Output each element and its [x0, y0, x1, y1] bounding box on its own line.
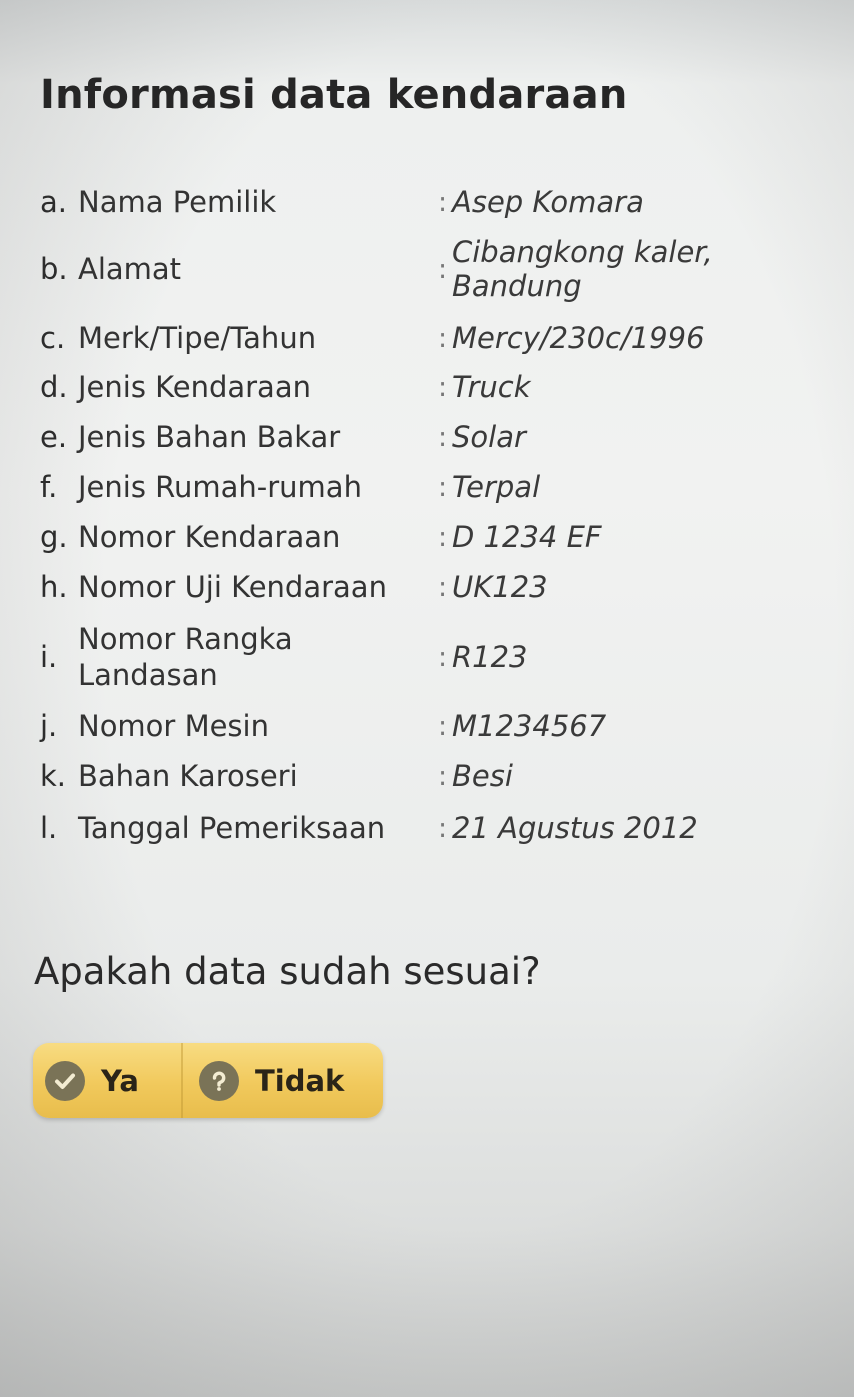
confirmation-question: Apakah data sudah sesuai? [34, 950, 541, 993]
row-letter: d. [40, 370, 68, 404]
row-letter: l. [40, 811, 58, 845]
row-label: Jenis Rumah-rumah [78, 470, 362, 504]
confirmation-button-group: Ya Tidak [33, 1043, 383, 1118]
row-value: D 1234 EF [452, 520, 602, 554]
info-row-alamat: b. Alamat : Cibangkong kaler, Bandung [40, 224, 820, 314]
info-row-nomor-uji-kendaraan: h. Nomor Uji Kendaraan : UK123 [40, 562, 820, 612]
yes-button-label: Ya [101, 1063, 139, 1098]
row-value: Besi [452, 759, 513, 793]
row-colon: : [438, 812, 448, 844]
info-row-merk-tipe-tahun: c. Merk/Tipe/Tahun : Mercy/230c/1996 [40, 314, 820, 362]
row-letter: c. [40, 321, 66, 355]
row-letter: b. [40, 252, 68, 286]
info-row-nomor-rangka-landasan: i. Nomor Rangka Landasan : R123 [40, 612, 820, 702]
row-colon: : [438, 641, 448, 673]
row-colon: : [438, 760, 448, 792]
row-letter: e. [40, 420, 68, 454]
row-value: Mercy/230c/1996 [452, 321, 705, 355]
question-icon [199, 1060, 239, 1101]
info-row-nomor-kendaraan: g. Nomor Kendaraan : D 1234 EF [40, 512, 820, 562]
row-colon: : [438, 371, 448, 403]
row-label: Alamat [78, 252, 182, 286]
row-colon: : [438, 571, 448, 603]
row-letter: h. [40, 570, 68, 604]
row-value: R123 [452, 640, 528, 674]
info-row-nomor-mesin: j. Nomor Mesin : M1234567 [40, 702, 820, 750]
row-colon: : [438, 186, 448, 218]
row-value: Truck [452, 370, 531, 404]
row-colon: : [438, 521, 448, 553]
row-letter: f. [40, 470, 58, 504]
row-label: Merk/Tipe/Tahun [78, 321, 317, 355]
row-value: M1234567 [452, 709, 607, 743]
info-row-jenis-kendaraan: d. Jenis Kendaraan : Truck [40, 362, 820, 412]
row-label: Bahan Karoseri [78, 759, 298, 793]
row-colon: : [438, 471, 448, 503]
row-label: Jenis Bahan Bakar [78, 420, 341, 454]
row-label: Nama Pemilik [78, 185, 277, 219]
row-label: Nomor Mesin [78, 709, 269, 743]
yes-button[interactable]: Ya [33, 1043, 183, 1118]
row-label: Nomor Kendaraan [78, 520, 341, 554]
row-colon: : [438, 421, 448, 453]
row-letter: i. [40, 640, 58, 674]
info-row-nama-pemilik: a. Nama Pemilik : Asep Komara [40, 180, 820, 224]
row-value: 21 Agustus 2012 [452, 811, 698, 845]
info-row-jenis-rumah-rumah: f. Jenis Rumah-rumah : Terpal [40, 462, 820, 512]
page-title: Informasi data kendaraan [40, 72, 628, 118]
info-row-jenis-bahan-bakar: e. Jenis Bahan Bakar : Solar [40, 412, 820, 462]
row-letter: k. [40, 759, 67, 793]
row-letter: j. [40, 709, 58, 743]
row-value: Asep Komara [452, 185, 644, 219]
vehicle-info-list: a. Nama Pemilik : Asep Komara b. Alamat … [40, 180, 820, 854]
row-label: Jenis Kendaraan [78, 370, 311, 404]
row-colon: : [438, 322, 448, 354]
row-colon: : [438, 253, 448, 285]
row-label: Tanggal Pemeriksaan [78, 811, 386, 845]
row-colon: : [438, 710, 448, 742]
row-label: Nomor Rangka Landasan [78, 622, 293, 692]
info-row-tanggal-pemeriksaan: l. Tanggal Pemeriksaan : 21 Agustus 2012 [40, 802, 820, 854]
no-button[interactable]: Tidak [183, 1043, 383, 1118]
check-icon [45, 1060, 85, 1101]
row-value: Solar [452, 420, 526, 454]
row-value: Cibangkong kaler, Bandung [452, 235, 713, 303]
info-row-bahan-karoseri: k. Bahan Karoseri : Besi [40, 750, 820, 802]
row-letter: g. [40, 520, 68, 554]
row-letter: a. [40, 185, 67, 219]
row-value: UK123 [452, 570, 548, 604]
row-value: Terpal [452, 470, 541, 504]
no-button-label: Tidak [255, 1063, 345, 1098]
row-label: Nomor Uji Kendaraan [78, 570, 387, 604]
